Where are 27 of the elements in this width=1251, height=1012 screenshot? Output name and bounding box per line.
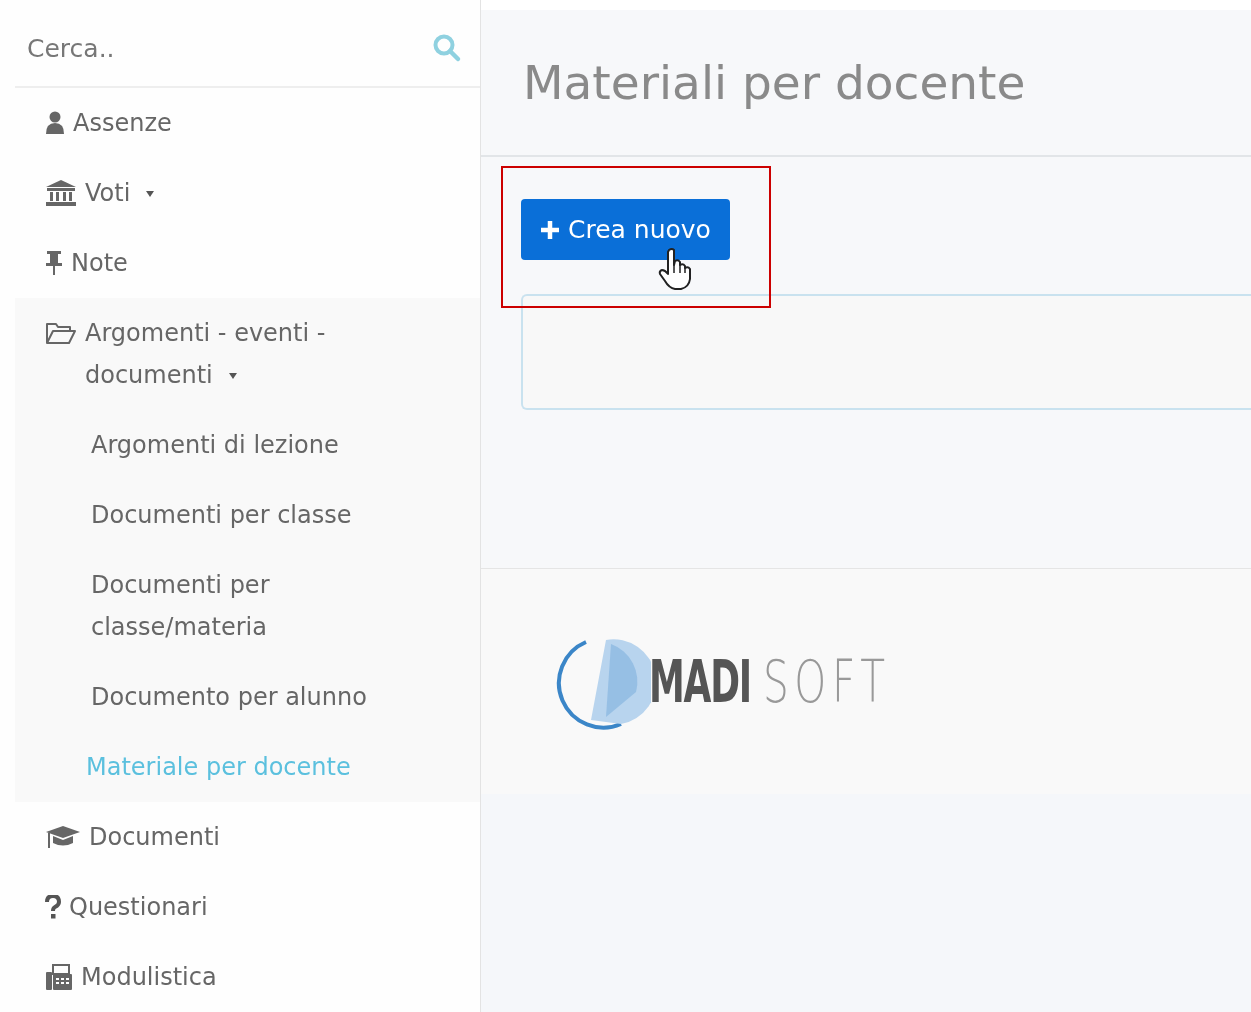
plus-icon — [540, 219, 560, 240]
menu-item[interactable]: Documenti — [15, 802, 480, 872]
submenu-item[interactable]: Argomenti di lezione — [15, 410, 421, 480]
caret-icon — [146, 191, 155, 197]
menu-item[interactable]: Assenze — [15, 88, 480, 158]
page-title: Materiali per docente — [523, 55, 1026, 110]
search-icon[interactable] — [432, 33, 462, 63]
fax-icon — [45, 963, 73, 991]
pin-icon — [45, 250, 63, 276]
bank-icon — [45, 179, 77, 207]
search-field[interactable]: Cerca.. — [27, 18, 432, 78]
caret-icon — [228, 373, 237, 379]
submenu-item[interactable]: Documento per alunno — [15, 662, 421, 732]
logo-text: SOFT — [763, 647, 891, 716]
create-button[interactable]: Crea nuovo — [521, 199, 730, 260]
menu-item[interactable]: Modulistica — [15, 942, 480, 1012]
submenu-item[interactable]: Documenti per classe — [15, 480, 421, 550]
user-icon — [45, 111, 65, 135]
submenu-item[interactable]: Documenti per classe/materia — [15, 550, 421, 662]
folder-icon — [45, 321, 77, 345]
question-icon — [45, 895, 61, 919]
menu-item[interactable]: Argomenti - eventi - documenti — [15, 298, 480, 410]
logo-text: MADI — [649, 647, 751, 716]
menu-item[interactable]: Voti — [15, 158, 480, 228]
graduation-cap-icon — [45, 824, 81, 850]
menu-item[interactable]: Note — [15, 228, 480, 298]
menu-item[interactable]: Questionari — [15, 872, 480, 942]
